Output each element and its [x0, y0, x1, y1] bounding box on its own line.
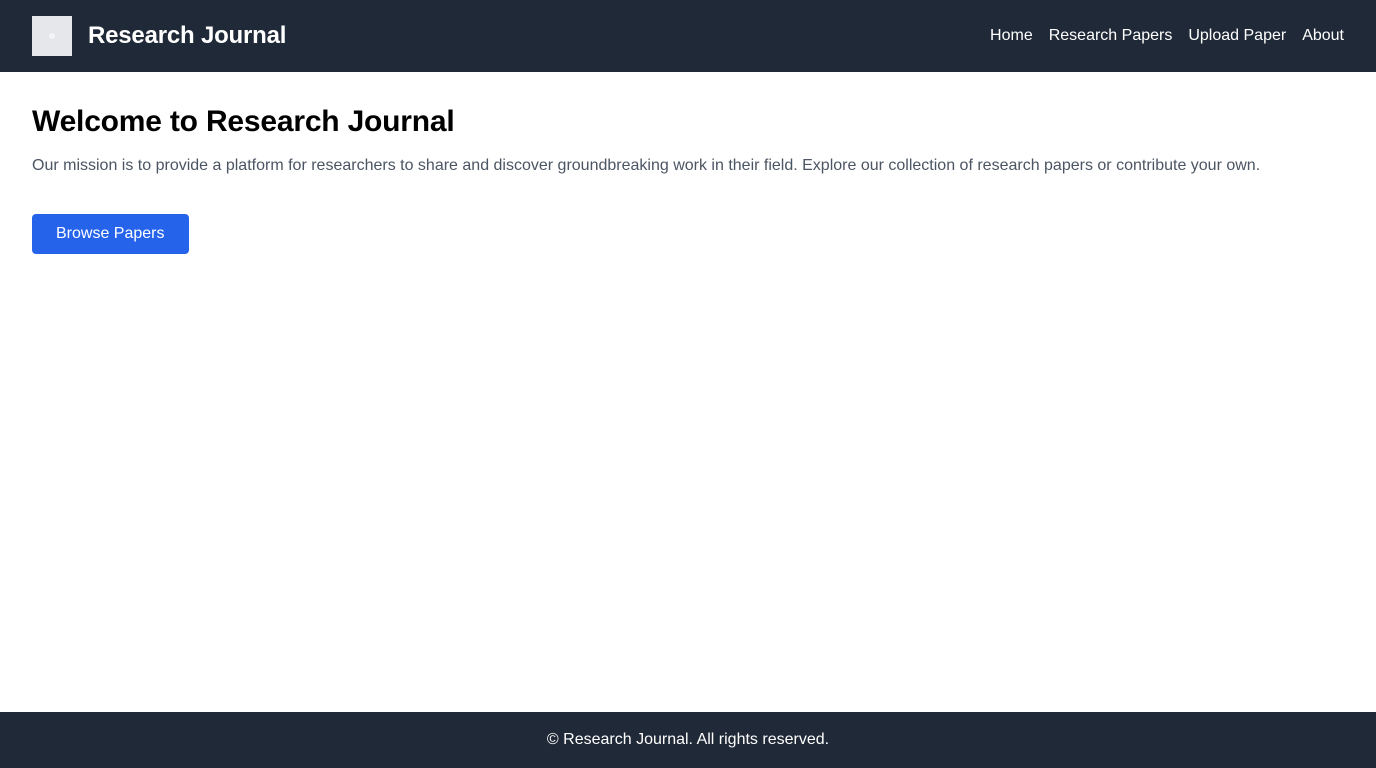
- browse-papers-button[interactable]: Browse Papers: [32, 214, 189, 254]
- nav-research-papers-link[interactable]: Research Papers: [1049, 27, 1173, 45]
- page: Research Journal Home Research Papers Up…: [0, 0, 1376, 768]
- footer-copyright: © Research Journal. All rights reserved.: [546, 731, 830, 748]
- nav-home-link[interactable]: Home: [990, 27, 1033, 45]
- nav-about-link[interactable]: About: [1302, 27, 1344, 45]
- logo-dot: [49, 33, 55, 39]
- mission-text: Our mission is to provide a platform for…: [32, 157, 1261, 174]
- brand-title[interactable]: Research Journal: [88, 22, 286, 50]
- main-nav: Home Research Papers Upload Paper About: [990, 27, 1344, 45]
- top-navbar: Research Journal Home Research Papers Up…: [0, 0, 1376, 72]
- nav-upload-paper-link[interactable]: Upload Paper: [1188, 27, 1286, 45]
- main-content: Welcome to Research Journal Our mission …: [0, 72, 1376, 712]
- logo-placeholder-icon[interactable]: [32, 16, 72, 56]
- footer: © Research Journal. All rights reserved.: [0, 712, 1376, 768]
- page-title: Welcome to Research Journal: [32, 105, 455, 138]
